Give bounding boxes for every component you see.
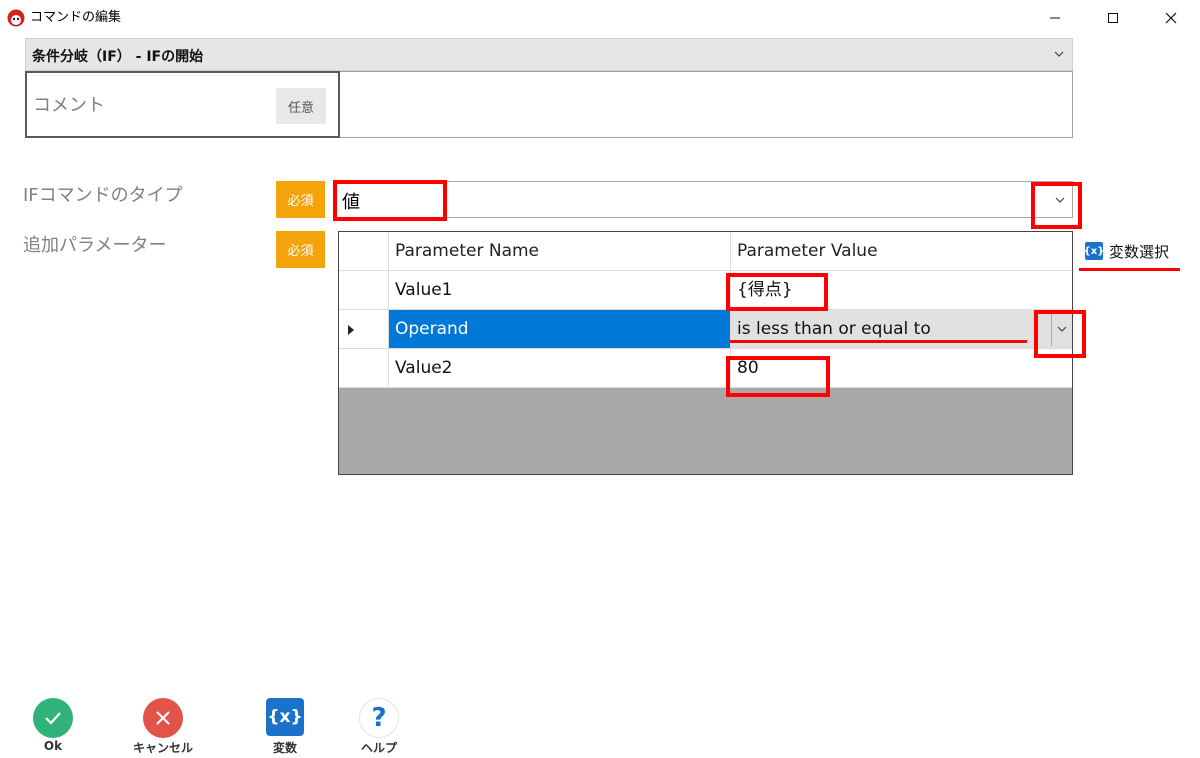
cancel-label: キャンセル	[132, 741, 193, 755]
app-icon	[7, 9, 25, 27]
check-icon	[33, 698, 73, 738]
comment-input[interactable]	[340, 71, 1073, 138]
grid-corner-header	[339, 232, 389, 270]
help-button[interactable]: ? ヘルプ	[339, 698, 419, 756]
close-icon	[1165, 12, 1177, 24]
ok-button[interactable]: Ok	[13, 698, 93, 753]
operand-combo-cell[interactable]: is less than or equal to	[731, 310, 1072, 348]
comment-label: コメント	[33, 95, 105, 116]
params-label: 追加パラメーター	[23, 235, 167, 256]
param-name-cell[interactable]: Value1	[389, 271, 731, 309]
table-row[interactable]: Value2 80	[339, 349, 1072, 388]
variable-icon: {x}	[266, 698, 304, 736]
grid-header-row: Parameter Name Parameter Value	[339, 232, 1072, 271]
row-header[interactable]	[339, 349, 389, 387]
if-type-select[interactable]: 値	[334, 181, 1073, 218]
variable-select-label: 変数選択	[1109, 242, 1170, 261]
maximize-button[interactable]	[1084, 0, 1142, 36]
maximize-icon	[1108, 13, 1118, 23]
variable-select-link[interactable]: {x} 変数選択	[1084, 240, 1170, 262]
command-select[interactable]: 条件分岐（IF） - IFの開始	[25, 38, 1073, 71]
param-name-cell[interactable]: Operand	[389, 310, 731, 348]
row-header[interactable]	[339, 271, 389, 309]
optional-badge: 任意	[276, 88, 326, 124]
if-type-label: IFコマンドのタイプ	[23, 185, 183, 206]
comment-label-box: コメント 任意	[25, 71, 340, 138]
annotation-underline	[1079, 268, 1180, 271]
chevron-down-icon	[1055, 197, 1065, 203]
window-title: コマンドの編集	[30, 10, 122, 25]
chevron-down-icon	[1054, 51, 1064, 57]
minimize-button[interactable]	[1026, 0, 1084, 36]
column-header-name[interactable]: Parameter Name	[389, 232, 731, 270]
required-badge: 必須	[276, 181, 325, 218]
ok-label: Ok	[43, 739, 63, 753]
operand-dropdown-button[interactable]	[1051, 312, 1072, 346]
param-value-cell[interactable]: {得点}	[731, 271, 1072, 309]
table-row[interactable]: Value1 {得点}	[339, 271, 1072, 310]
if-type-value: 値	[342, 192, 360, 213]
param-value-text: is less than or equal to	[737, 319, 931, 339]
command-select-value: 条件分岐（IF） - IFの開始	[32, 49, 204, 65]
required-badge: 必須	[276, 231, 325, 268]
column-header-value[interactable]: Parameter Value	[731, 232, 1072, 270]
current-row-pointer-icon	[348, 325, 354, 335]
chevron-down-icon	[1057, 326, 1067, 332]
param-name-cell[interactable]: Value2	[389, 349, 731, 387]
table-row[interactable]: Operand is less than or equal to	[339, 310, 1072, 349]
minimize-icon	[1050, 17, 1060, 19]
close-button[interactable]	[1142, 0, 1200, 36]
variables-label: 変数	[272, 741, 297, 755]
param-value-cell[interactable]: 80	[731, 349, 1072, 387]
help-icon: ?	[359, 698, 399, 738]
help-label: ヘルプ	[360, 741, 397, 755]
cancel-icon	[143, 698, 183, 738]
title-bar: コマンドの編集	[0, 0, 1200, 36]
parameter-grid: Parameter Name Parameter Value Value1 {得…	[338, 231, 1073, 475]
row-header[interactable]	[339, 310, 389, 348]
variable-icon: {x}	[1084, 242, 1104, 260]
cancel-button[interactable]: キャンセル	[123, 698, 203, 756]
variables-button[interactable]: {x} 変数	[245, 698, 325, 756]
